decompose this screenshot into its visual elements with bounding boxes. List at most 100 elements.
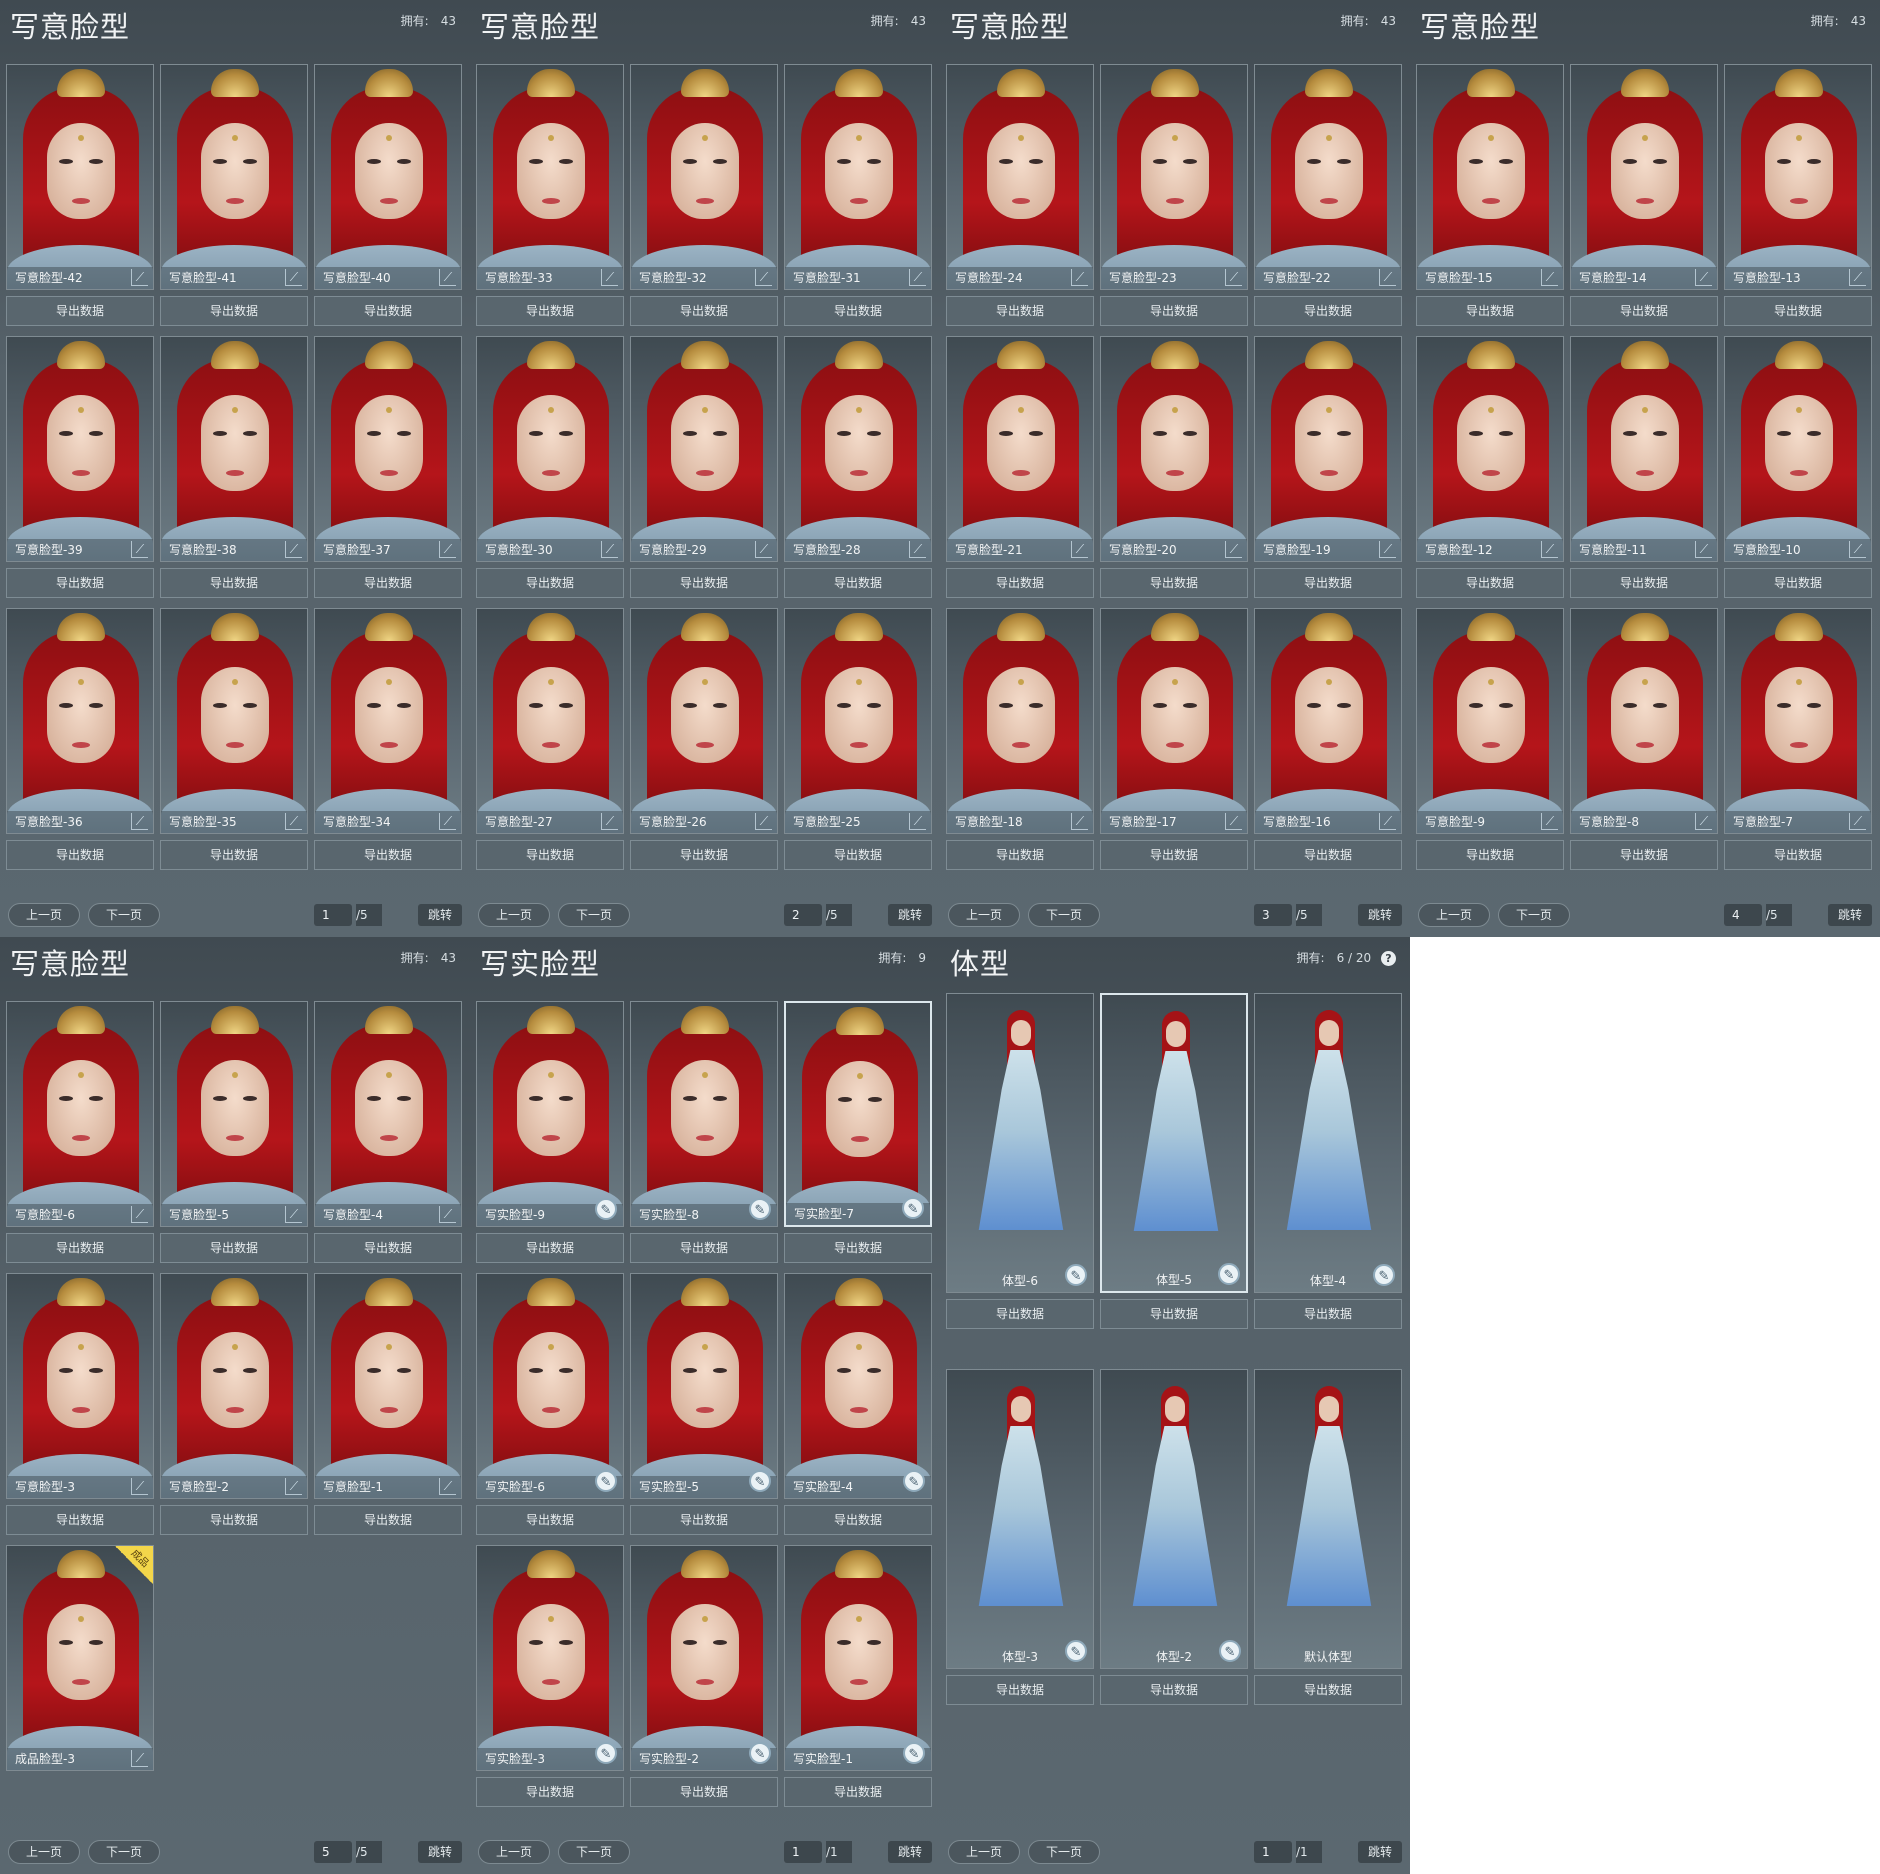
face-thumbnail[interactable]: 写意脸型-2 ⟋ xyxy=(160,1273,308,1499)
export-data-button[interactable]: 导出数据 xyxy=(946,296,1094,326)
edit-icon[interactable]: ⟋ xyxy=(439,269,456,286)
face-thumbnail[interactable]: 写意脸型-37 ⟋ xyxy=(314,336,462,562)
face-thumbnail[interactable]: 写意脸型-34 ⟋ xyxy=(314,608,462,834)
export-data-button[interactable]: 导出数据 xyxy=(630,1505,778,1535)
face-thumbnail[interactable]: 写意脸型-7 ⟋ xyxy=(1724,608,1872,834)
face-thumbnail[interactable]: 写意脸型-10 ⟋ xyxy=(1724,336,1872,562)
edit-icon[interactable]: ✎ xyxy=(749,1742,771,1764)
prev-page-button[interactable]: 上一页 xyxy=(948,903,1020,927)
edit-icon[interactable]: ⟋ xyxy=(1379,813,1396,830)
face-thumbnail[interactable]: 写意脸型-27 ⟋ xyxy=(476,608,624,834)
page-input[interactable]: 2 xyxy=(784,904,822,926)
export-data-button[interactable]: 导出数据 xyxy=(1724,568,1872,598)
face-thumbnail[interactable]: 写意脸型-12 ⟋ xyxy=(1416,336,1564,562)
edit-icon[interactable]: ✎ xyxy=(903,1470,925,1492)
export-data-button[interactable]: 导出数据 xyxy=(1724,840,1872,870)
face-thumbnail[interactable]: 写实脸型-7 ✎ xyxy=(784,1001,932,1227)
edit-icon[interactable]: ⟋ xyxy=(1379,541,1396,558)
jump-button[interactable]: 跳转 xyxy=(418,904,462,926)
body-type-thumbnail[interactable]: 体型-2 ✎ xyxy=(1100,1369,1248,1669)
export-data-button[interactable]: 导出数据 xyxy=(784,1505,932,1535)
export-data-button[interactable]: 导出数据 xyxy=(476,1505,624,1535)
edit-icon[interactable]: ⟋ xyxy=(755,269,772,286)
edit-icon[interactable]: ⟋ xyxy=(131,269,148,286)
export-data-button[interactable]: 导出数据 xyxy=(630,568,778,598)
face-thumbnail[interactable]: 写意脸型-20 ⟋ xyxy=(1100,336,1248,562)
export-data-button[interactable]: 导出数据 xyxy=(784,296,932,326)
edit-icon[interactable]: ⟋ xyxy=(1849,269,1866,286)
jump-button[interactable]: 跳转 xyxy=(1828,904,1872,926)
export-data-button[interactable]: 导出数据 xyxy=(160,296,308,326)
prev-page-button[interactable]: 上一页 xyxy=(478,903,550,927)
edit-icon[interactable]: ⟋ xyxy=(601,541,618,558)
face-thumbnail[interactable]: 写意脸型-18 ⟋ xyxy=(946,608,1094,834)
export-data-button[interactable]: 导出数据 xyxy=(1254,296,1402,326)
edit-icon[interactable]: ⟋ xyxy=(131,1750,148,1767)
export-data-button[interactable]: 导出数据 xyxy=(1254,840,1402,870)
edit-icon[interactable]: ⟋ xyxy=(131,813,148,830)
prev-page-button[interactable]: 上一页 xyxy=(1418,903,1490,927)
export-data-button[interactable]: 导出数据 xyxy=(946,840,1094,870)
edit-icon[interactable]: ⟋ xyxy=(285,541,302,558)
edit-icon[interactable]: ✎ xyxy=(1065,1264,1087,1286)
face-thumbnail[interactable]: 写意脸型-17 ⟋ xyxy=(1100,608,1248,834)
jump-button[interactable]: 跳转 xyxy=(888,1841,932,1863)
export-data-button[interactable]: 导出数据 xyxy=(1100,568,1248,598)
edit-icon[interactable]: ⟋ xyxy=(285,1478,302,1495)
export-data-button[interactable]: 导出数据 xyxy=(314,296,462,326)
edit-icon[interactable]: ✎ xyxy=(595,1198,617,1220)
export-data-button[interactable]: 导出数据 xyxy=(1254,568,1402,598)
face-thumbnail[interactable]: 写意脸型-29 ⟋ xyxy=(630,336,778,562)
face-thumbnail[interactable]: 写意脸型-4 ⟋ xyxy=(314,1001,462,1227)
face-thumbnail[interactable]: 写意脸型-23 ⟋ xyxy=(1100,64,1248,290)
edit-icon[interactable]: ⟋ xyxy=(909,541,926,558)
edit-icon[interactable]: ⟋ xyxy=(1225,541,1242,558)
edit-icon[interactable]: ✎ xyxy=(595,1470,617,1492)
edit-icon[interactable]: ⟋ xyxy=(285,1206,302,1223)
face-thumbnail[interactable]: 写意脸型-5 ⟋ xyxy=(160,1001,308,1227)
export-data-button[interactable]: 导出数据 xyxy=(784,568,932,598)
face-thumbnail[interactable]: 写意脸型-16 ⟋ xyxy=(1254,608,1402,834)
export-data-button[interactable]: 导出数据 xyxy=(160,568,308,598)
export-data-button[interactable]: 导出数据 xyxy=(476,1777,624,1807)
face-thumbnail[interactable]: 写意脸型-35 ⟋ xyxy=(160,608,308,834)
edit-icon[interactable]: ⟋ xyxy=(1379,269,1396,286)
face-thumbnail[interactable]: 写意脸型-6 ⟋ xyxy=(6,1001,154,1227)
face-thumbnail[interactable]: 写意脸型-21 ⟋ xyxy=(946,336,1094,562)
export-data-button[interactable]: 导出数据 xyxy=(6,568,154,598)
edit-icon[interactable]: ⟋ xyxy=(1225,269,1242,286)
export-data-button[interactable]: 导出数据 xyxy=(1416,840,1564,870)
face-thumbnail[interactable]: 写意脸型-22 ⟋ xyxy=(1254,64,1402,290)
edit-icon[interactable]: ⟋ xyxy=(1695,269,1712,286)
help-icon[interactable]: ? xyxy=(1381,951,1396,966)
jump-button[interactable]: 跳转 xyxy=(1358,1841,1402,1863)
jump-button[interactable]: 跳转 xyxy=(418,1841,462,1863)
edit-icon[interactable]: ⟋ xyxy=(439,813,456,830)
face-thumbnail[interactable]: 写意脸型-30 ⟋ xyxy=(476,336,624,562)
face-thumbnail[interactable]: 写实脸型-4 ✎ xyxy=(784,1273,932,1499)
face-thumbnail[interactable]: 写意脸型-19 ⟋ xyxy=(1254,336,1402,562)
edit-icon[interactable]: ⟋ xyxy=(1225,813,1242,830)
export-data-button[interactable]: 导出数据 xyxy=(476,1233,624,1263)
edit-icon[interactable]: ⟋ xyxy=(755,813,772,830)
jump-button[interactable]: 跳转 xyxy=(888,904,932,926)
export-data-button[interactable]: 导出数据 xyxy=(946,1675,1094,1705)
export-data-button[interactable]: 导出数据 xyxy=(160,840,308,870)
edit-icon[interactable]: ⟋ xyxy=(131,541,148,558)
edit-icon[interactable]: ⟋ xyxy=(1695,541,1712,558)
face-thumbnail[interactable]: 写意脸型-40 ⟋ xyxy=(314,64,462,290)
face-thumbnail[interactable]: 写实脸型-8 ✎ xyxy=(630,1001,778,1227)
export-data-button[interactable]: 导出数据 xyxy=(1100,296,1248,326)
prev-page-button[interactable]: 上一页 xyxy=(478,1840,550,1864)
edit-icon[interactable]: ✎ xyxy=(903,1742,925,1764)
edit-icon[interactable]: ⟋ xyxy=(439,1206,456,1223)
edit-icon[interactable]: ⟋ xyxy=(909,813,926,830)
edit-icon[interactable]: ⟋ xyxy=(285,813,302,830)
export-data-button[interactable]: 导出数据 xyxy=(630,296,778,326)
edit-icon[interactable]: ⟋ xyxy=(755,541,772,558)
face-thumbnail[interactable]: 成品脸型-3 ⟋ 成品 xyxy=(6,1545,154,1771)
export-data-button[interactable]: 导出数据 xyxy=(946,568,1094,598)
export-data-button[interactable]: 导出数据 xyxy=(6,840,154,870)
export-data-button[interactable]: 导出数据 xyxy=(314,840,462,870)
body-type-thumbnail[interactable]: 体型-6 ✎ xyxy=(946,993,1094,1293)
